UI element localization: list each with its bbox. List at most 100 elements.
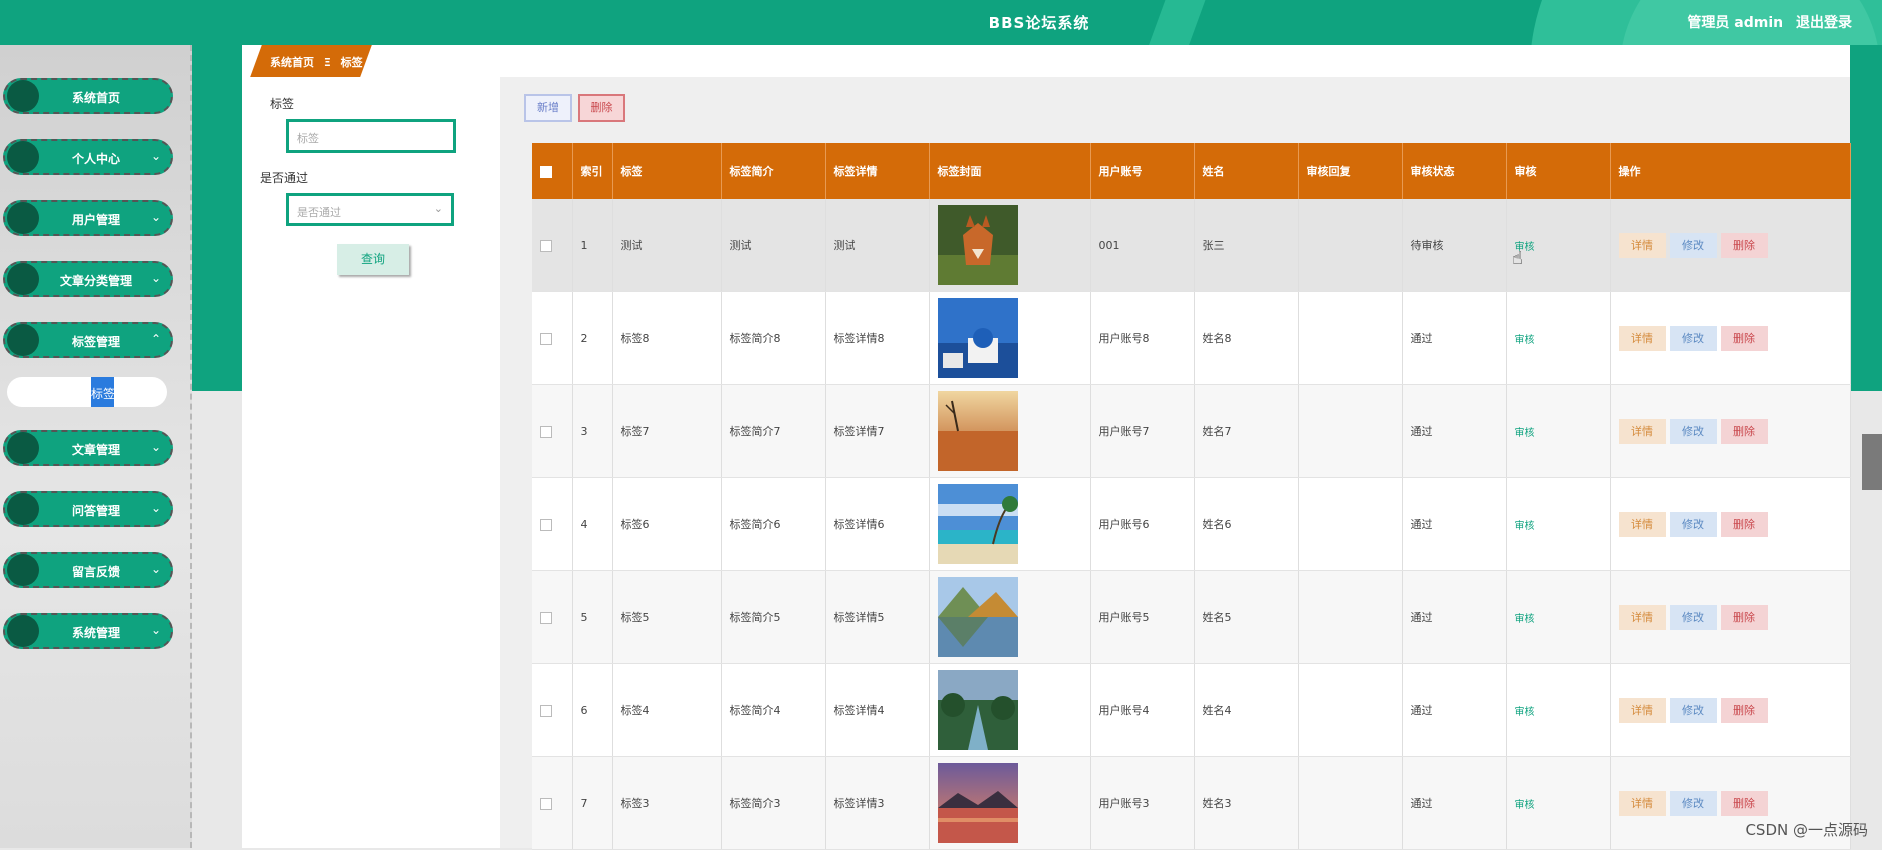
pass-select-placeholder: 是否通过: [297, 206, 341, 219]
row-delete-button[interactable]: 删除: [1720, 511, 1768, 537]
reply-cell: [1298, 291, 1403, 385]
audit-link[interactable]: 审核: [1515, 335, 1535, 346]
add-button[interactable]: 新增: [524, 94, 572, 122]
breadcrumb-home[interactable]: 系统首页: [270, 56, 314, 69]
index-cell: 5: [572, 570, 613, 664]
cover-image[interactable]: [937, 577, 1082, 657]
row-select-cell[interactable]: [532, 477, 573, 571]
tag-search-input[interactable]: 标签: [286, 119, 456, 153]
row-delete-button[interactable]: 删除: [1720, 790, 1768, 816]
actions-cell: 详情 修改 删除: [1610, 384, 1851, 478]
column-header: 标签封面: [929, 143, 1091, 199]
row-delete-button[interactable]: 删除: [1720, 418, 1768, 444]
cover-image[interactable]: [937, 205, 1082, 285]
sidebar: 系统首页 个人中心 ⌄ 用户管理 ⌄ 文章分类管理 ⌄ 标签管理 ⌃ 标签 文章…: [0, 45, 192, 848]
query-button[interactable]: 查询: [337, 244, 409, 275]
tags-table: 索引 标签 标签简介 标签详情 标签封面 用户账号 姓名 审核回复 审核状态 审…: [532, 143, 1851, 850]
chevron-down-icon: ⌄: [150, 149, 161, 163]
sidebar-item-article-categories[interactable]: 文章分类管理 ⌄: [3, 261, 173, 297]
sidebar-item-qa[interactable]: 问答管理 ⌄: [3, 491, 173, 527]
index-cell: 1: [572, 199, 613, 292]
batch-delete-button[interactable]: 删除: [578, 94, 625, 122]
detail-button[interactable]: 详情: [1618, 325, 1666, 351]
status-cell: 通过: [1402, 756, 1507, 850]
audit-link[interactable]: 审核: [1515, 521, 1535, 532]
edit-button[interactable]: 修改: [1669, 232, 1717, 258]
index-cell: 6: [572, 663, 613, 757]
reply-cell: [1298, 756, 1403, 850]
detail-cell: 测试: [825, 199, 930, 292]
sidebar-item-feedback[interactable]: 留言反馈 ⌄: [3, 552, 173, 588]
watermark: CSDN @一点源码: [1745, 821, 1868, 839]
row-delete-button[interactable]: 删除: [1720, 325, 1768, 351]
row-select-cell[interactable]: [532, 756, 573, 850]
logout-link[interactable]: 退出登录: [1796, 15, 1852, 31]
row-checkbox[interactable]: [540, 332, 552, 345]
sidebar-item-articles[interactable]: 文章管理 ⌄: [3, 430, 173, 466]
chevron-down-icon: ⌄: [433, 202, 443, 215]
detail-button[interactable]: 详情: [1618, 418, 1666, 444]
column-header: 姓名: [1194, 143, 1299, 199]
sidebar-item-label: 系统首页: [71, 91, 120, 105]
detail-cell: 标签详情6: [825, 477, 930, 571]
select-all-checkbox[interactable]: [540, 165, 552, 178]
row-checkbox[interactable]: [540, 425, 552, 438]
audit-link[interactable]: 审核: [1515, 707, 1535, 718]
detail-cell: 标签详情4: [825, 663, 930, 757]
edit-button[interactable]: 修改: [1669, 418, 1717, 444]
edit-button[interactable]: 修改: [1669, 325, 1717, 351]
cover-cell: [929, 663, 1091, 757]
cover-cell: [929, 570, 1091, 664]
cover-image[interactable]: [937, 670, 1082, 750]
row-checkbox[interactable]: [540, 239, 552, 252]
user-label: 管理员 admin: [1687, 15, 1784, 31]
row-checkbox[interactable]: [540, 611, 552, 624]
actions-cell: 详情 修改 删除: [1610, 663, 1851, 757]
column-header: 标签简介: [721, 143, 826, 199]
cover-image[interactable]: [937, 391, 1082, 471]
sidebar-item-tags[interactable]: 标签管理 ⌃: [3, 322, 173, 358]
row-delete-button[interactable]: 删除: [1720, 697, 1768, 723]
scrollbar-thumb[interactable]: [1862, 434, 1882, 490]
reply-cell: [1298, 477, 1403, 571]
edit-button[interactable]: 修改: [1669, 511, 1717, 537]
audit-link[interactable]: 审核: [1515, 614, 1535, 625]
edit-button[interactable]: 修改: [1669, 604, 1717, 630]
row-select-cell[interactable]: [532, 291, 573, 385]
pass-select[interactable]: 是否通过 ⌄: [286, 193, 454, 226]
sidebar-item-home[interactable]: 系统首页: [3, 78, 173, 114]
detail-button[interactable]: 详情: [1618, 511, 1666, 537]
audit-link[interactable]: 审核: [1515, 428, 1535, 439]
row-checkbox[interactable]: [540, 797, 552, 810]
name-cell: 姓名4: [1194, 663, 1299, 757]
sidebar-item-users[interactable]: 用户管理 ⌄: [3, 200, 173, 236]
edit-button[interactable]: 修改: [1669, 697, 1717, 723]
select-all-header[interactable]: [532, 143, 573, 199]
cover-cell: [929, 756, 1091, 850]
detail-cell: 标签详情5: [825, 570, 930, 664]
sidebar-subitem-tags[interactable]: 标签: [7, 377, 167, 407]
detail-button[interactable]: 详情: [1618, 697, 1666, 723]
row-delete-button[interactable]: 删除: [1720, 604, 1768, 630]
audit-cell: 审核: [1506, 477, 1611, 571]
row-select-cell[interactable]: [532, 384, 573, 478]
edit-button[interactable]: 修改: [1669, 790, 1717, 816]
cover-image[interactable]: [937, 298, 1082, 378]
audit-link[interactable]: 审核: [1515, 800, 1535, 811]
row-select-cell[interactable]: [532, 570, 573, 664]
sidebar-item-system[interactable]: 系统管理 ⌄: [3, 613, 173, 649]
row-select-cell[interactable]: [532, 199, 573, 292]
sidebar-item-profile[interactable]: 个人中心 ⌄: [3, 139, 173, 175]
row-select-cell[interactable]: [532, 663, 573, 757]
menu-dot-icon: [7, 615, 39, 647]
cover-image[interactable]: [937, 484, 1082, 564]
row-delete-button[interactable]: 删除: [1720, 232, 1768, 258]
row-checkbox[interactable]: [540, 518, 552, 531]
row-checkbox[interactable]: [540, 704, 552, 717]
table-row: 5 标签5 标签简介5 标签详情5 用户账号5 姓名5 通过 审核 详情 修改 删除: [532, 570, 1851, 664]
detail-button[interactable]: 详情: [1618, 604, 1666, 630]
audit-cell: 审核: [1506, 199, 1611, 292]
detail-button[interactable]: 详情: [1618, 790, 1666, 816]
detail-button[interactable]: 详情: [1618, 232, 1666, 258]
cover-image[interactable]: [937, 763, 1082, 843]
